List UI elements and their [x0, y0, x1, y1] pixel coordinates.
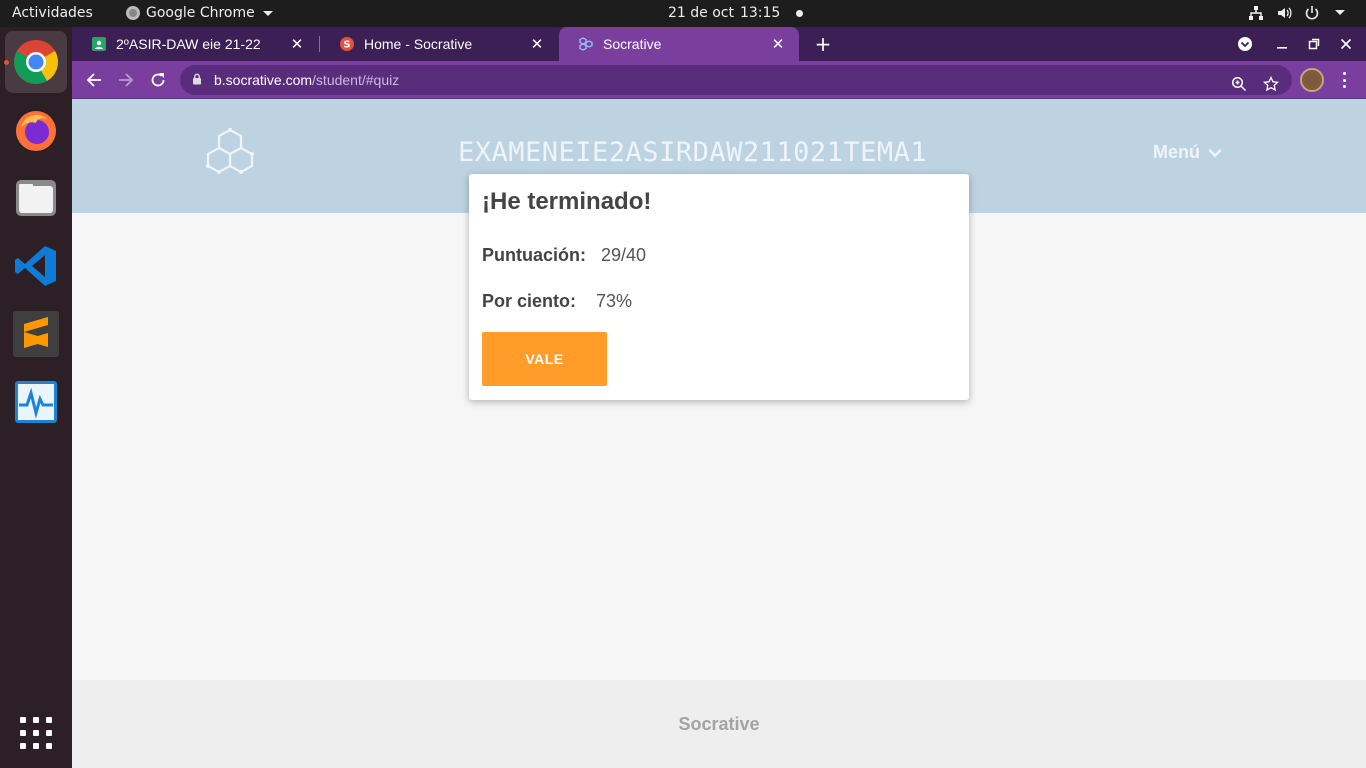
reload-button[interactable] — [144, 66, 172, 94]
bookmark-star-icon[interactable] — [1262, 75, 1280, 93]
browser-window: 2ºASIR-DAW eie 21-22 ✕ S Home - Socrativ… — [72, 27, 1366, 768]
close-tab-icon[interactable]: ✕ — [526, 33, 548, 55]
clock[interactable]: 21 de oct 13:15 — [668, 5, 804, 21]
system-top-bar: Actividades Google Chrome 21 de oct 13:1… — [0, 0, 1366, 27]
dock-system-monitor[interactable] — [5, 371, 67, 433]
room-title: EXAMENEIE2ASIRDAW211021TEMA1 — [458, 137, 928, 168]
menu-button[interactable]: Menú — [1153, 142, 1222, 163]
socrative-page: EXAMENEIE2ASIRDAW211021TEMA1 Menú ¡He te… — [72, 99, 1366, 768]
socrative-s-icon: S — [340, 37, 354, 51]
close-tab-icon[interactable]: ✕ — [767, 33, 789, 55]
tab-title: Socrative — [603, 36, 662, 52]
ok-button[interactable]: VALE — [482, 332, 607, 386]
app-menu-label: Google Chrome — [146, 5, 255, 21]
back-button[interactable] — [80, 66, 108, 94]
percent-value: 73% — [596, 291, 633, 311]
app-menu[interactable]: Google Chrome — [126, 5, 273, 21]
running-indicator — [4, 60, 9, 65]
chrome-icon — [126, 6, 140, 20]
caret-down-icon — [262, 10, 273, 16]
socrative-footer: Socrative — [72, 680, 1366, 768]
clock-time: 13:15 — [739, 5, 781, 21]
tab-socrative[interactable]: Socrative ✕ — [559, 27, 799, 61]
dock — [0, 27, 72, 768]
percent-row: Por ciento: 73% — [482, 291, 632, 312]
score-value: 29/40 — [601, 245, 647, 265]
tab-home-socrative[interactable]: S Home - Socrative ✕ — [320, 27, 558, 61]
power-icon — [1304, 5, 1320, 21]
lock-icon — [192, 72, 202, 88]
profile-avatar[interactable] — [1300, 68, 1324, 92]
zoom-icon[interactable] — [1230, 75, 1248, 93]
restore-icon — [1308, 38, 1320, 50]
files-icon — [16, 180, 56, 216]
firefox-icon — [16, 111, 56, 151]
dialog-title: ¡He terminado! — [482, 188, 652, 215]
tray-caret-down-icon — [1332, 5, 1348, 21]
system-monitor-icon — [15, 381, 57, 423]
chrome-menu-button[interactable] — [1336, 70, 1352, 90]
svg-text:S: S — [343, 40, 350, 51]
tab-search-button[interactable] — [1229, 27, 1261, 61]
dock-chrome[interactable] — [4, 31, 67, 93]
new-tab-button[interactable]: + — [810, 31, 836, 57]
close-window-button[interactable] — [1330, 27, 1362, 61]
dock-vscode[interactable] — [5, 235, 67, 297]
restore-button[interactable] — [1298, 27, 1330, 61]
menu-label: Menú — [1153, 142, 1200, 162]
network-icon — [1248, 5, 1264, 21]
minimize-icon — [1277, 47, 1287, 49]
url-path: /student/#quiz — [312, 72, 400, 88]
footer-brand: Socrative — [678, 714, 760, 734]
show-applications-button[interactable] — [20, 717, 52, 749]
url-host: b.socrative.com — [214, 72, 313, 88]
system-tray[interactable] — [1248, 5, 1348, 21]
volume-icon — [1276, 5, 1292, 21]
chevron-down-icon — [1208, 148, 1222, 157]
chevron-down-circle-icon — [1238, 37, 1252, 51]
score-label: Puntuación: — [482, 245, 586, 265]
forward-button[interactable] — [112, 66, 140, 94]
socrative-hex-icon — [579, 37, 593, 51]
notification-dot-icon — [796, 9, 804, 17]
sublime-text-icon — [13, 311, 59, 357]
vscode-icon — [15, 246, 56, 286]
dock-files[interactable] — [5, 167, 67, 229]
chrome-icon — [14, 40, 58, 84]
tab-title: 2ºASIR-DAW eie 21-22 — [116, 36, 261, 52]
socrative-logo-icon — [206, 128, 254, 174]
arrow-right-icon — [119, 73, 134, 87]
activities-button[interactable]: Actividades — [12, 5, 93, 21]
tab-title: Home - Socrative — [364, 36, 473, 52]
arrow-left-icon — [86, 73, 101, 87]
address-bar[interactable]: b.socrative.com/student/#quiz — [180, 65, 1292, 95]
close-tab-icon[interactable]: ✕ — [286, 33, 308, 55]
classroom-icon — [92, 37, 106, 51]
clock-date: 21 de oct — [668, 5, 734, 21]
tab-classroom[interactable]: 2ºASIR-DAW eie 21-22 ✕ — [72, 27, 318, 61]
finished-dialog: ¡He terminado! Puntuación: 29/40 Por cie… — [469, 174, 969, 400]
dock-firefox[interactable] — [5, 99, 67, 161]
tab-strip: 2ºASIR-DAW eie 21-22 ✕ S Home - Socrativ… — [72, 27, 1366, 61]
score-row: Puntuación: 29/40 — [482, 245, 646, 266]
percent-label: Por ciento: — [482, 291, 577, 311]
close-icon — [1340, 38, 1352, 50]
dock-sublime-text[interactable] — [5, 303, 67, 365]
minimize-button[interactable] — [1266, 27, 1298, 61]
browser-toolbar: b.socrative.com/student/#quiz — [72, 61, 1366, 99]
reload-icon — [151, 73, 165, 87]
